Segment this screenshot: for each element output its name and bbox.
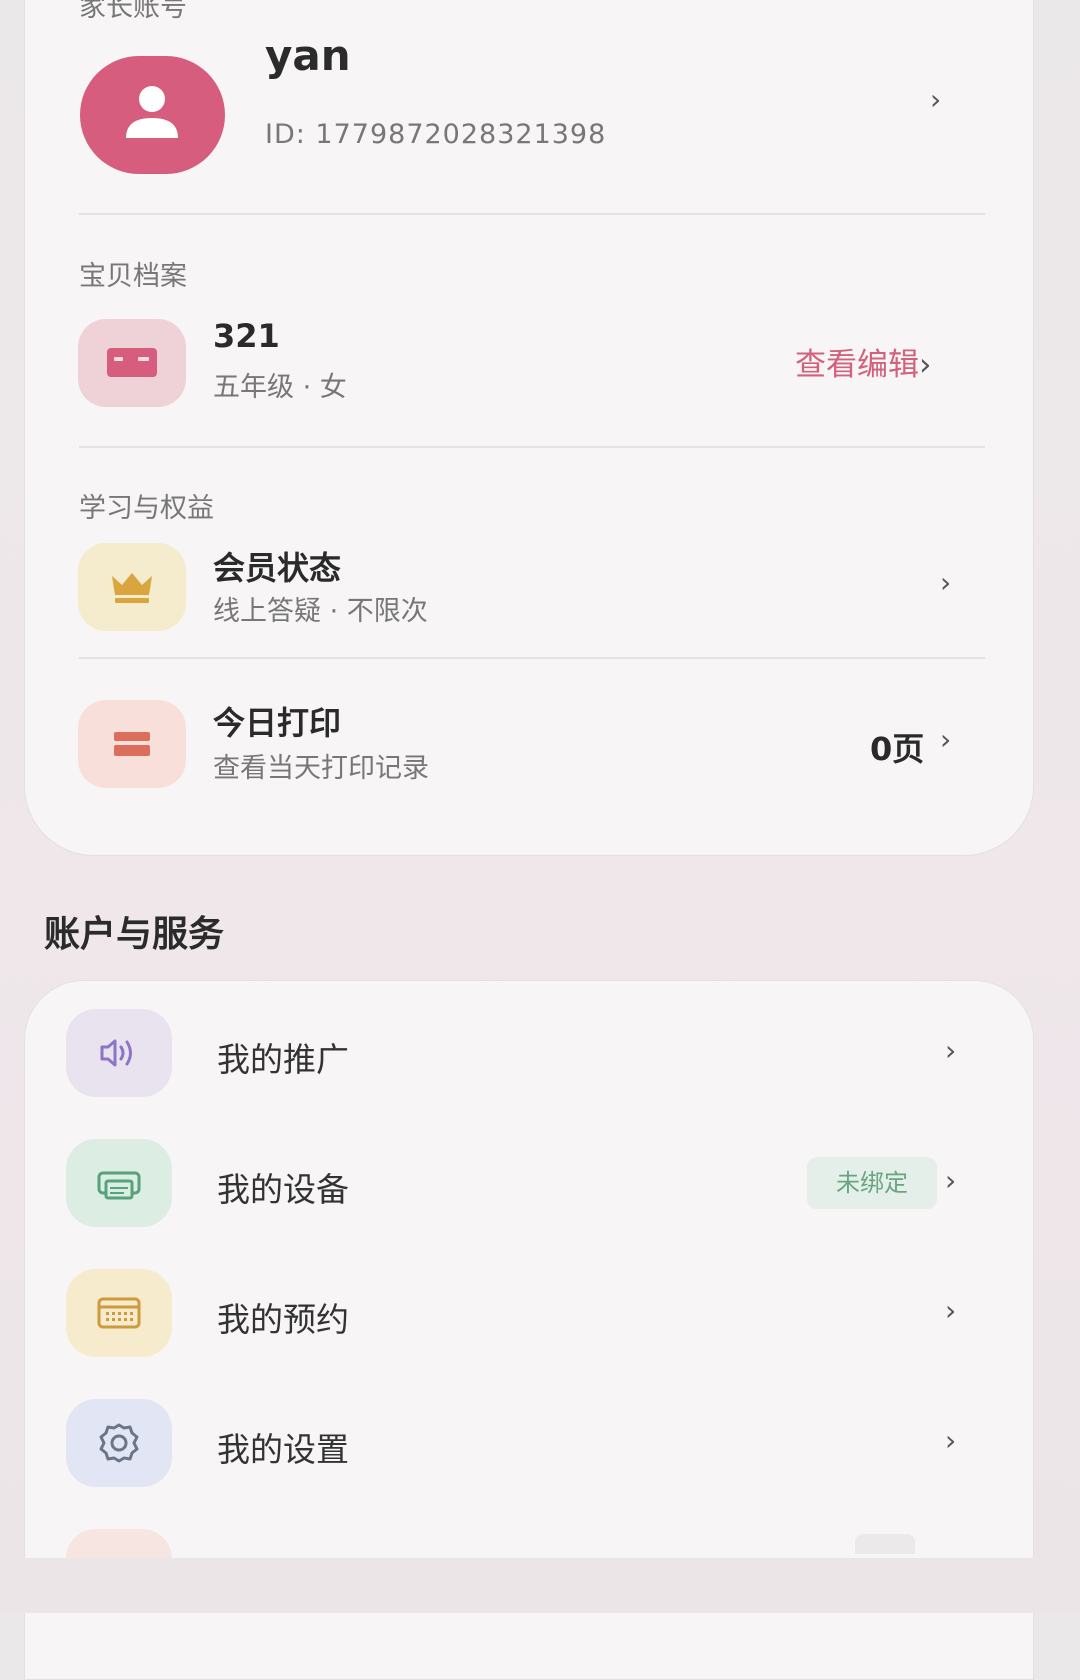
parent-name: yan (265, 31, 351, 80)
chevron-right-icon: › (940, 566, 952, 599)
service-label: 我的推广 (217, 1040, 349, 1079)
bottom-area (0, 1558, 1080, 1613)
appointment-tile (66, 1269, 172, 1357)
avatar (80, 56, 225, 174)
child-profile-row[interactable]: 321 五年级 · 女 查看编辑› (25, 311, 1035, 421)
partial-badge (855, 1534, 915, 1554)
print-count: 0页 (870, 730, 925, 768)
chevron-right-icon: › (945, 1424, 957, 1457)
child-name: 321 (213, 317, 280, 355)
speaker-icon (100, 1039, 132, 1067)
gear-icon (99, 1423, 139, 1463)
service-item-appointment[interactable]: 我的预约 › (25, 1259, 1035, 1369)
chevron-right-icon: › (919, 347, 932, 383)
id-card-icon (107, 348, 157, 377)
view-edit-button[interactable]: 查看编辑› (795, 339, 931, 384)
settings-tile (66, 1399, 172, 1487)
divider (79, 213, 985, 215)
child-details: 五年级 · 女 (213, 372, 347, 403)
child-profile-label: 宝贝档案 (79, 261, 187, 292)
device-tile (66, 1139, 172, 1227)
service-label: 我的预约 (217, 1300, 349, 1339)
chevron-right-icon: › (930, 83, 942, 116)
crown-icon (112, 573, 152, 603)
chevron-right-icon: › (945, 1294, 957, 1327)
service-item-promotion[interactable]: 我的推广 › (25, 999, 1035, 1109)
child-profile-tile (78, 319, 186, 407)
promotion-tile (66, 1009, 172, 1097)
membership-tile (78, 543, 186, 631)
membership-row[interactable]: 会员状态 线上答疑 · 不限次 › (25, 539, 1035, 649)
calendar-icon (97, 1297, 141, 1329)
learning-label: 学习与权益 (79, 493, 214, 524)
print-title: 今日打印 (213, 704, 342, 742)
unbound-badge: 未绑定 (807, 1157, 937, 1209)
parent-account-label: 家长账号 (79, 0, 187, 23)
user-icon (126, 86, 178, 138)
service-label: 我的设备 (217, 1170, 349, 1209)
service-item-device[interactable]: 我的设备 未绑定 › (25, 1129, 1035, 1239)
parent-account-row[interactable]: yan ID: 1779872028321398 › (25, 31, 1035, 201)
device-icon (97, 1171, 141, 1200)
profile-card: 家长账号 yan ID: 1779872028321398 › 宝贝档案 321… (24, 0, 1034, 856)
print-tile (78, 700, 186, 788)
parent-id: ID: 1779872028321398 (265, 119, 607, 150)
chevron-right-icon: › (945, 1034, 957, 1067)
view-edit-label: 查看编辑 (795, 347, 919, 383)
services-heading: 账户与服务 (44, 914, 225, 955)
membership-subtitle: 线上答疑 · 不限次 (213, 596, 428, 627)
printer-icon (114, 732, 150, 756)
divider (79, 657, 985, 659)
print-subtitle: 查看当天打印记录 (213, 753, 429, 784)
chevron-right-icon: › (940, 723, 952, 756)
membership-title: 会员状态 (213, 549, 342, 587)
divider (79, 446, 985, 448)
chevron-right-icon: › (945, 1164, 957, 1197)
print-today-row[interactable]: 今日打印 查看当天打印记录 0页 › (25, 696, 1035, 806)
service-label: 我的设置 (217, 1430, 349, 1469)
service-item-settings[interactable]: 我的设置 › (25, 1389, 1035, 1499)
